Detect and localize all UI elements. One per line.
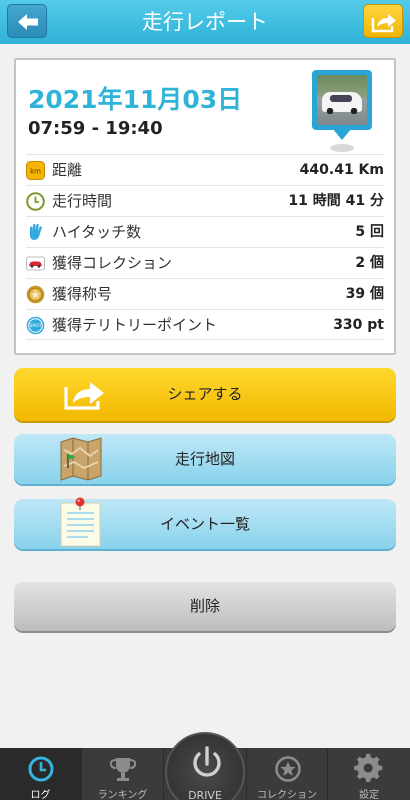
drive-map-button-label: 走行地図 (174, 450, 235, 468)
delete-button-label: 削除 (189, 597, 220, 615)
stat-row-distance: km 距離 440.41 Km (26, 154, 384, 185)
tab-label: ログ (30, 790, 51, 800)
stat-row-territory: SPOT 獲得テリトリーポイント 330 pt (26, 309, 384, 340)
report-card: 2021年11月03日 07:59 - 19:40 km 距離 440.41 K… (14, 58, 396, 355)
stat-value: 5 回 (355, 224, 384, 240)
tab-collection[interactable]: コレクション (246, 748, 328, 800)
star-icon (275, 756, 301, 782)
stat-label: 距離 (52, 161, 83, 179)
stat-value: 39 個 (345, 286, 384, 302)
drive-map-button[interactable]: 走行地図 (14, 434, 396, 484)
stat-label: 走行時間 (52, 192, 113, 210)
trophy-icon (109, 758, 137, 781)
delete-button[interactable]: 削除 (14, 582, 396, 631)
car-collection-icon (26, 256, 45, 271)
header-bar: 走行レポート (0, 0, 410, 44)
event-list-button[interactable]: イベント一覧 (14, 497, 396, 549)
tab-label: コレクション (257, 790, 317, 800)
stat-row-collection: 獲得コレクション 2 個 (26, 247, 384, 278)
stat-label: 獲得テリトリーポイント (52, 316, 218, 334)
tab-log[interactable]: ログ (0, 748, 82, 800)
car-photo (317, 75, 367, 125)
report-date: 2021年11月03日 (28, 85, 243, 114)
stat-row-drive-time: 走行時間 11 時間 41 分 (26, 185, 384, 216)
spot-icon: SPOT (26, 316, 45, 335)
photo-pin-thumbnail[interactable] (312, 70, 372, 154)
share-button-label: シェアする (167, 385, 243, 403)
stat-row-high-touch: ハイタッチ数 5 回 (26, 216, 384, 247)
tab-label: 設定 (359, 790, 379, 800)
share-button[interactable]: シェアする (14, 368, 396, 421)
tab-label: ランキング (97, 790, 148, 800)
stat-value: 440.41 Km (299, 162, 384, 178)
stat-row-titles: 獲得称号 39 個 (26, 278, 384, 309)
km-icon: km (26, 161, 45, 180)
clock-icon (26, 192, 45, 211)
stat-value: 11 時間 41 分 (288, 193, 384, 209)
tab-settings[interactable]: 設定 (328, 748, 410, 800)
stat-label: 獲得称号 (52, 285, 113, 303)
hand-icon (30, 223, 42, 240)
page-title: 走行レポート (142, 10, 268, 34)
gear-icon (354, 753, 383, 782)
tab-ranking[interactable]: ランキング (82, 748, 164, 800)
svg-text:km: km (30, 168, 41, 176)
share-icon (371, 14, 396, 33)
stat-label: ハイタッチ数 (52, 223, 142, 241)
drive-button[interactable]: DRIVE (165, 732, 245, 800)
stat-label: 獲得コレクション (52, 254, 173, 272)
event-list-button-label: イベント一覧 (159, 515, 250, 533)
power-icon (193, 746, 221, 777)
header-share-button[interactable] (363, 4, 403, 38)
stat-value: 330 pt (333, 317, 384, 333)
clock-icon (28, 756, 54, 782)
drive-label: DRIVE (188, 789, 222, 800)
stat-value: 2 個 (355, 255, 384, 271)
svg-text:SPOT: SPOT (29, 323, 41, 329)
report-time-range: 07:59 - 19:40 (28, 118, 163, 139)
medal-icon (26, 285, 45, 304)
